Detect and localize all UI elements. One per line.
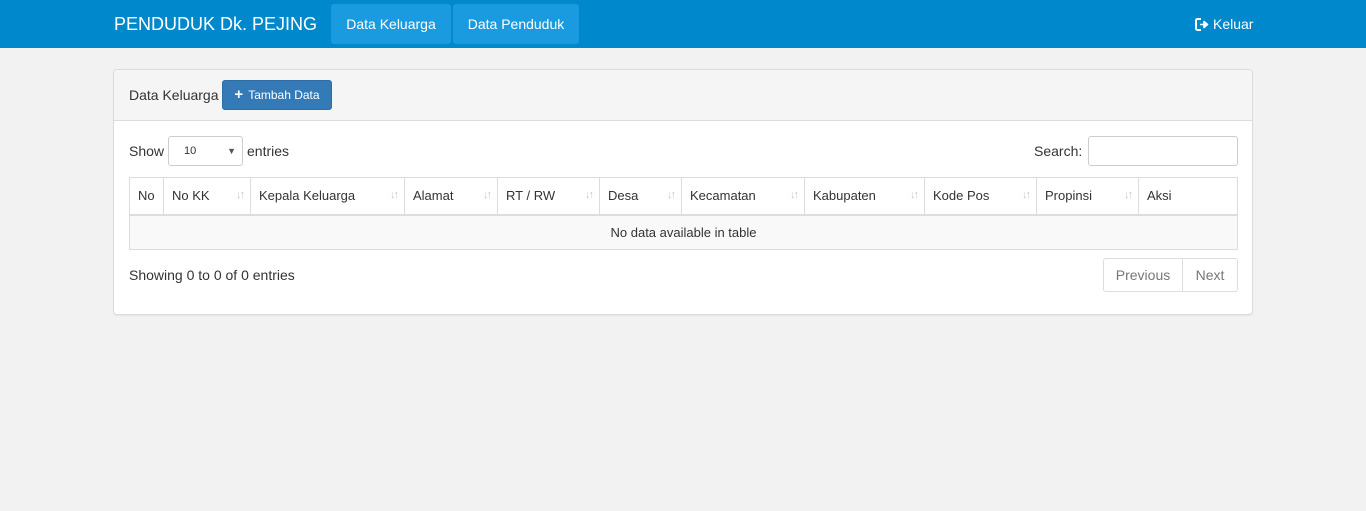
sign-out-icon <box>1195 17 1209 31</box>
nav-data-penduduk[interactable]: Data Penduduk <box>453 4 579 44</box>
column-header-rt-rw[interactable]: RT / RW ↓↑ <box>497 177 600 216</box>
sort-icon: ↓↑ <box>1124 189 1133 201</box>
data-table: No No KK ↓↑ Kepala Keluarga ↓↑ Alamat ↓↑ RT… <box>129 177 1238 250</box>
column-header-aksi: Aksi <box>1138 177 1238 216</box>
pagination: Previous Next <box>1103 258 1238 292</box>
column-header-kode-pos[interactable]: Kode Pos ↓↑ <box>924 177 1037 216</box>
sort-icon: ↓↑ <box>483 189 492 201</box>
column-header-desa[interactable]: Desa ↓↑ <box>599 177 682 216</box>
sort-icon: ↓↑ <box>910 189 919 201</box>
caret-down-icon: ▼ <box>227 146 236 156</box>
add-data-label: Tambah Data <box>248 88 320 102</box>
empty-table-message: No data available in table <box>129 214 1238 250</box>
panel-heading: Data Keluarga + Tambah Data <box>114 70 1252 121</box>
search-input[interactable] <box>1088 136 1238 166</box>
sort-icon: ↓↑ <box>1022 189 1031 201</box>
nav-data-keluarga[interactable]: Data Keluarga <box>331 4 451 44</box>
search-label: Search: <box>1034 143 1083 159</box>
sort-icon: ↓↑ <box>667 189 676 201</box>
top-navbar: PENDUDUK Dk. PEJING Data Keluarga Data P… <box>0 0 1366 48</box>
next-page-button[interactable]: Next <box>1183 258 1238 292</box>
sort-icon: ↓↑ <box>585 189 594 201</box>
sort-icon: ↓↑ <box>236 189 245 201</box>
sort-icon: ↓↑ <box>390 189 399 201</box>
table-row: No data available in table <box>129 214 1238 250</box>
data-keluarga-panel: Data Keluarga + Tambah Data Show 10 ▼ en… <box>113 69 1253 315</box>
entries-label: entries <box>247 143 290 159</box>
previous-page-button[interactable]: Previous <box>1103 258 1183 292</box>
column-header-no-kk[interactable]: No KK ↓↑ <box>163 177 251 216</box>
column-header-propinsi[interactable]: Propinsi ↓↑ <box>1036 177 1139 216</box>
table-header-row: No No KK ↓↑ Kepala Keluarga ↓↑ Alamat ↓↑ RT… <box>129 177 1238 216</box>
page-size-value: 10 <box>184 145 197 157</box>
sort-icon: ↓↑ <box>790 189 799 201</box>
show-label: Show <box>129 143 165 159</box>
panel-title: Data Keluarga <box>129 87 219 103</box>
add-data-button[interactable]: + Tambah Data <box>222 80 332 110</box>
column-header-no: No <box>129 177 164 216</box>
logout-label: Keluar <box>1213 16 1254 32</box>
brand-title[interactable]: PENDUDUK Dk. PEJING <box>114 12 317 36</box>
column-header-kecamatan[interactable]: Kecamatan ↓↑ <box>681 177 805 216</box>
table-info: Showing 0 to 0 of 0 entries <box>129 267 295 283</box>
plus-icon: + <box>234 86 244 103</box>
column-header-kabupaten[interactable]: Kabupaten ↓↑ <box>804 177 925 216</box>
page-size-select[interactable]: 10 ▼ <box>168 136 243 166</box>
column-header-alamat[interactable]: Alamat ↓↑ <box>404 177 498 216</box>
column-header-kepala-keluarga[interactable]: Kepala Keluarga ↓↑ <box>250 177 405 216</box>
logout-link[interactable]: Keluar <box>1195 14 1253 34</box>
